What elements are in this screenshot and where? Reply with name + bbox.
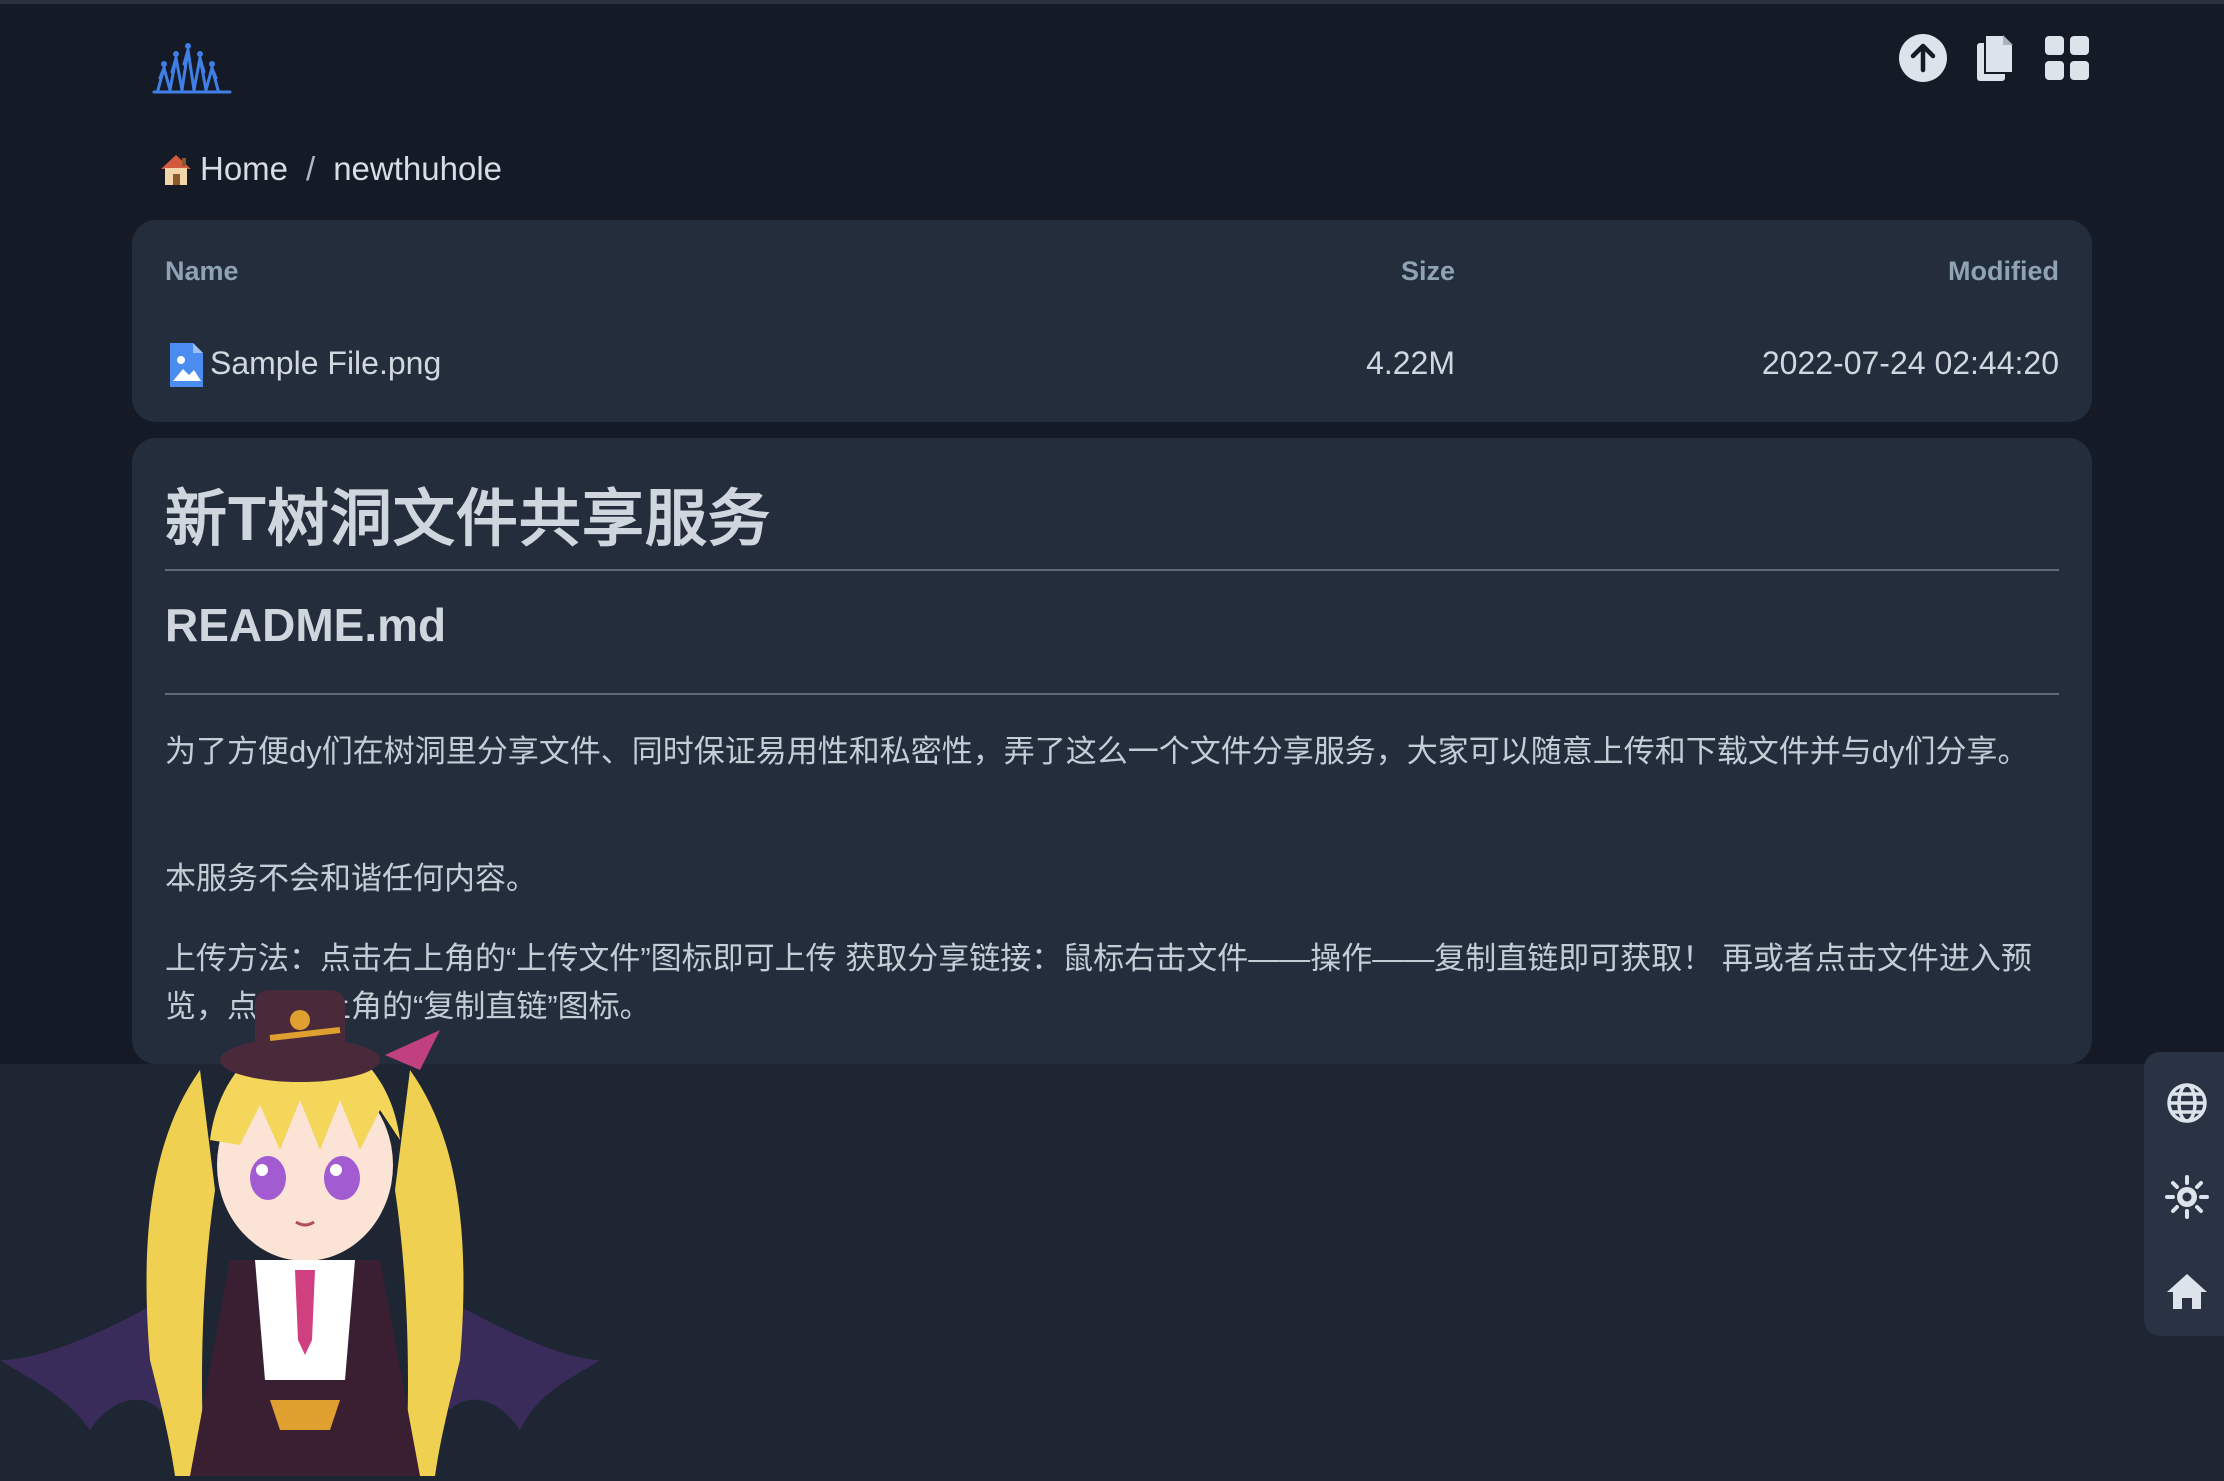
site-logo[interactable]	[150, 28, 234, 98]
file-row[interactable]: Sample File.png 4.22M 2022-07-24 02:44:2…	[165, 330, 2059, 396]
mascot-character-image[interactable]	[0, 960, 610, 1476]
file-modified: 2022-07-24 02:44:20	[1761, 345, 2059, 381]
title-divider	[165, 569, 2059, 571]
breadcrumb-home[interactable]: Home	[158, 150, 288, 188]
subtitle-divider	[165, 693, 2059, 695]
copy-icon[interactable]	[1968, 30, 2022, 86]
top-divider	[0, 0, 2224, 4]
breadcrumb-separator: /	[306, 150, 316, 187]
column-modified[interactable]: Modified	[1948, 256, 2059, 287]
file-table-header: Name Size Modified	[165, 256, 2059, 296]
readme-paragraph-1: 为了方便dy们在树洞里分享文件、同时保证易用性和私密性，弄了这么一个文件分享服务…	[165, 734, 2029, 769]
breadcrumb-home-label: Home	[200, 150, 289, 187]
column-name[interactable]: Name	[165, 256, 239, 287]
grid-view-icon[interactable]	[2040, 30, 2094, 86]
house-emoji-icon	[161, 155, 191, 185]
image-file-icon	[167, 341, 205, 397]
top-toolbar	[1896, 30, 2094, 86]
column-size[interactable]: Size	[1365, 256, 1455, 287]
upload-icon[interactable]	[1896, 30, 1950, 86]
readme-paragraph-2: 本服务不会和谐任何内容。	[165, 861, 537, 896]
home-icon[interactable]	[2164, 1268, 2210, 1314]
readme-title: 新T树洞文件共享服务	[165, 485, 771, 554]
theme-sun-icon[interactable]	[2164, 1174, 2210, 1220]
breadcrumb: Home / newthuhole	[158, 150, 502, 188]
file-size: 4.22M	[1366, 345, 1455, 381]
breadcrumb-current[interactable]: newthuhole	[333, 150, 502, 188]
readme-filename: README.md	[165, 599, 447, 651]
side-panel	[2144, 1052, 2224, 1336]
globe-icon[interactable]	[2164, 1080, 2210, 1126]
file-name[interactable]: Sample File.png	[210, 345, 441, 382]
file-list-card: Name Size Modified Sample File.png 4.22M…	[132, 220, 2092, 422]
